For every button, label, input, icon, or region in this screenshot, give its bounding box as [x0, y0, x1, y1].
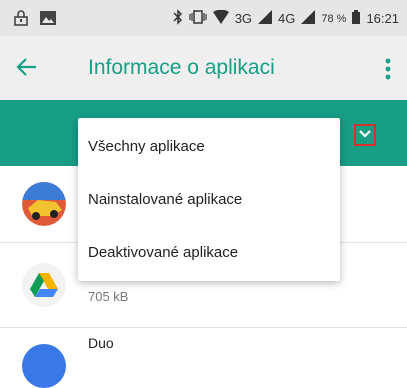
app-name: Duo [88, 335, 114, 351]
menu-item-disabled-apps[interactable]: Deaktivované aplikace [78, 226, 340, 280]
duo-app-icon [22, 344, 66, 388]
battery-percent: 78 % [321, 12, 347, 25]
more-vert-icon[interactable] [385, 58, 391, 80]
menu-item-installed-apps[interactable]: Nainstalované aplikace [78, 173, 340, 227]
status-bar: 3G 4G 78 % 16:21 [0, 0, 407, 36]
app-icon-racing [22, 182, 66, 226]
page-title: Informace o aplikaci [88, 56, 275, 79]
google-drive-icon [22, 263, 66, 307]
back-arrow-icon[interactable] [14, 54, 40, 80]
list-item[interactable]: Duo [0, 328, 407, 388]
battery-icon [352, 10, 361, 27]
app-size: 705 kB [88, 289, 129, 304]
network-type-2: 4G [278, 11, 296, 26]
app-bar: Informace o aplikaci [0, 36, 407, 100]
network-type-1: 3G [234, 11, 253, 26]
clock: 16:21 [366, 11, 399, 26]
signal-icon [258, 10, 273, 27]
filter-dropdown-button[interactable] [354, 124, 376, 146]
bluetooth-icon [173, 9, 183, 28]
lock-icon [14, 10, 28, 31]
vibrate-icon [189, 10, 207, 27]
menu-item-all-apps[interactable]: Všechny aplikace [78, 120, 340, 174]
chevron-down-icon [359, 126, 371, 144]
image-icon [40, 11, 56, 30]
wifi-icon [212, 9, 229, 27]
signal-icon-2 [301, 10, 316, 27]
filter-dropdown-menu: Všechny aplikace Nainstalované aplikace … [78, 118, 340, 281]
